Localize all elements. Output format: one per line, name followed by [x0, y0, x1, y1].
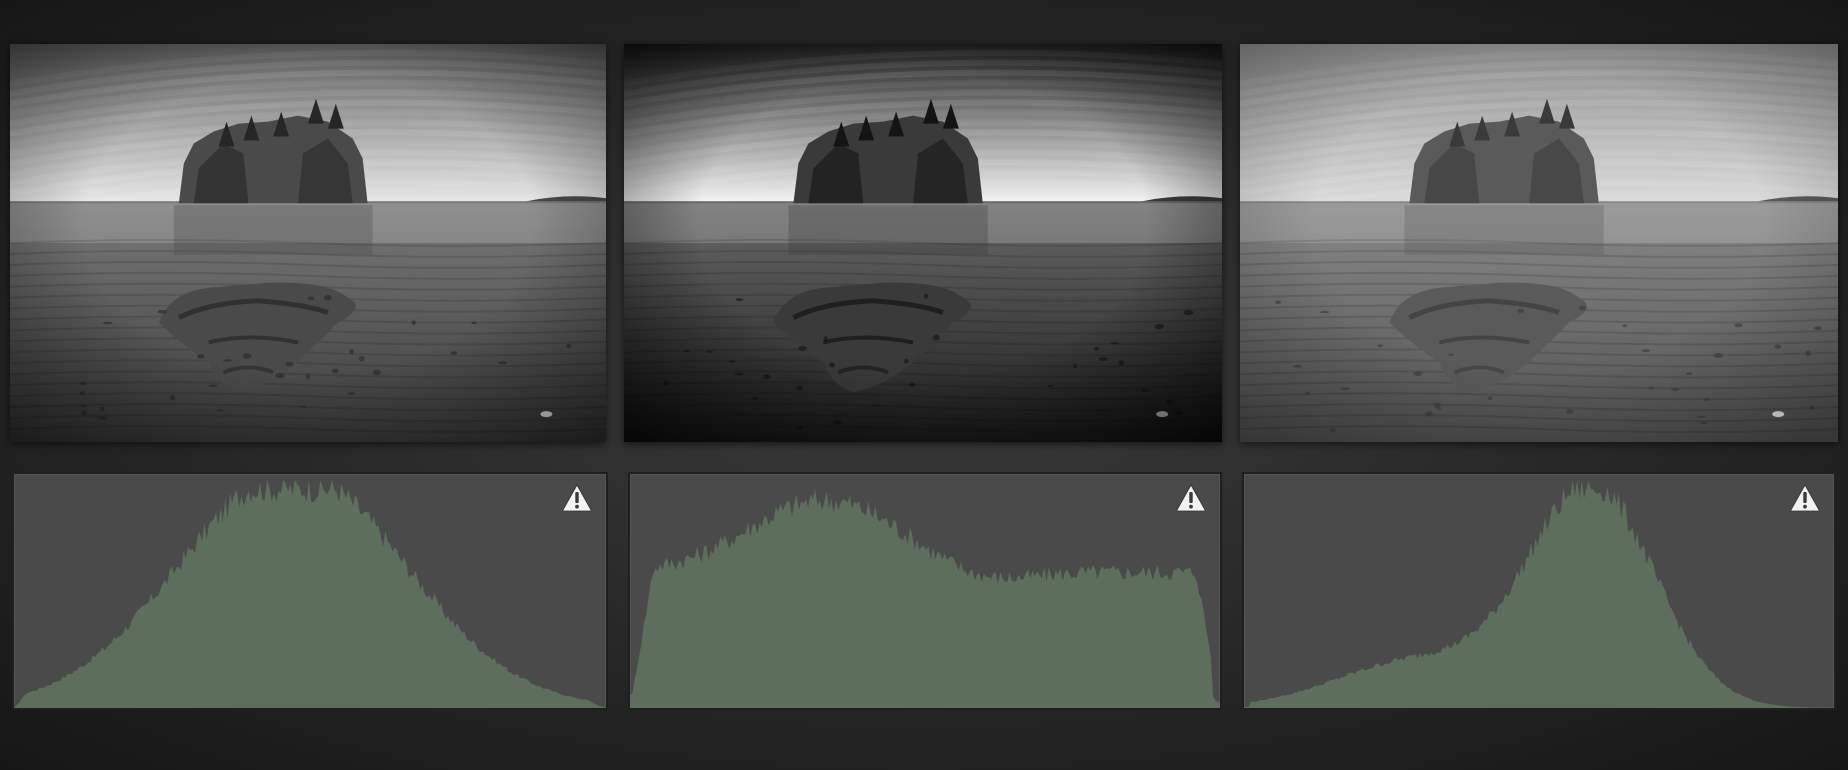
- photo-preview-1[interactable]: [10, 44, 606, 442]
- histogram-graph: [1244, 480, 1834, 708]
- clipping-warning-icon[interactable]: [1176, 484, 1206, 512]
- histogram-area: [1244, 480, 1834, 708]
- histogram-graph: [630, 488, 1220, 708]
- landscape-photo-icon: [1240, 44, 1838, 442]
- histogram-2: [628, 472, 1222, 710]
- histogram-area: [14, 480, 606, 708]
- histogram-3: [1242, 472, 1836, 710]
- photo-preview-2[interactable]: [624, 44, 1222, 442]
- landscape-photo-icon: [10, 44, 606, 442]
- histogram-graph: [14, 480, 606, 708]
- histogram-1: [12, 472, 608, 710]
- clipping-warning-icon[interactable]: [562, 484, 592, 512]
- photo-preview-3[interactable]: [1240, 44, 1838, 442]
- landscape-photo-icon: [624, 44, 1222, 442]
- histogram-area: [630, 488, 1220, 708]
- clipping-warning-icon[interactable]: [1790, 484, 1820, 512]
